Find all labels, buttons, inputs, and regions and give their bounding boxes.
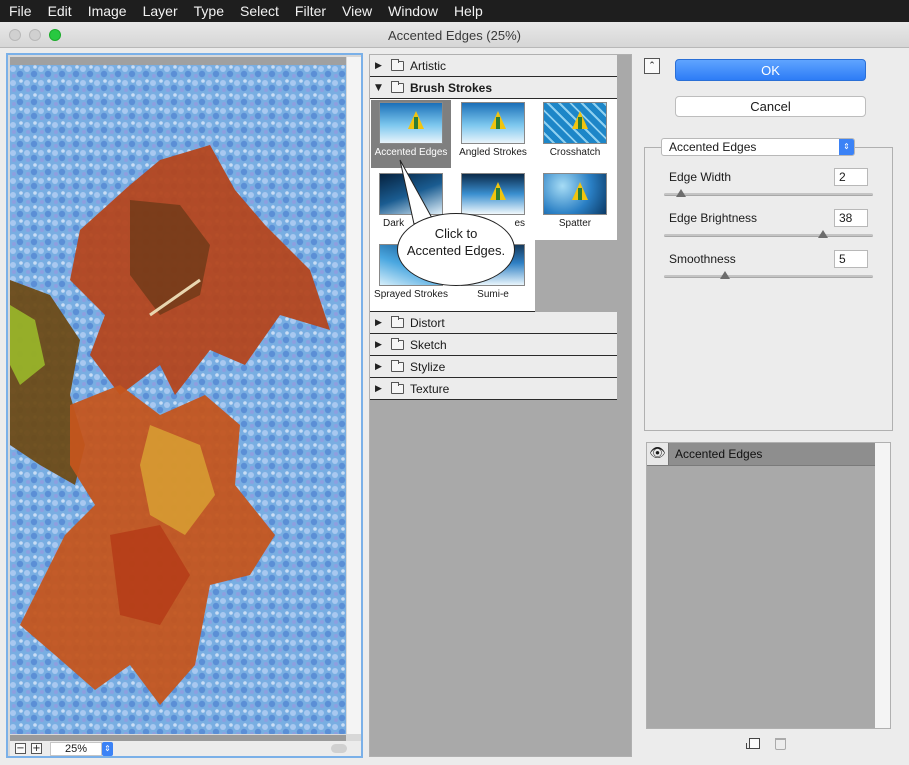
cancel-button[interactable]: Cancel <box>675 96 866 117</box>
category-label: Texture <box>410 381 450 396</box>
folder-icon <box>391 359 404 372</box>
menu-window[interactable]: Window <box>380 0 446 22</box>
callout-line-2: Accented Edges. <box>406 243 506 258</box>
filter-thumb-label: Accented Edges <box>374 147 448 158</box>
zoom-in-button[interactable]: + <box>31 743 42 754</box>
edge-brightness-slider[interactable] <box>664 230 873 238</box>
effect-layers-list: 👁 Accented Edges <box>646 442 891 729</box>
filter-thumb-label: Crosshatch <box>549 147 601 158</box>
category-artistic[interactable]: ▶ Artistic <box>370 55 617 77</box>
window-titlebar: Accented Edges (25%) <box>0 22 909 48</box>
thumbnail-image <box>543 173 607 215</box>
param-label: Smoothness <box>669 252 736 266</box>
menu-edit[interactable]: Edit <box>40 0 80 22</box>
category-distort[interactable]: ▶ Distort <box>370 312 617 334</box>
category-brush-strokes[interactable]: ▼ Brush Strokes <box>370 77 617 99</box>
category-label: Sketch <box>410 337 447 352</box>
slider-knob-icon[interactable] <box>817 230 828 238</box>
thumbnail-image <box>461 173 525 215</box>
edge-width-slider[interactable] <box>664 189 873 197</box>
layers-scrollbar[interactable] <box>875 443 890 728</box>
filter-thumb-angled-strokes[interactable]: Angled Strokes <box>453 100 533 168</box>
slider-knob-icon[interactable] <box>675 189 686 197</box>
folder-icon <box>391 315 404 328</box>
param-edge-width: Edge Width 2 <box>669 168 873 186</box>
preview-vertical-scrollbar[interactable] <box>347 57 361 734</box>
autumn-leaves-image <box>10 65 346 734</box>
filter-thumb-label: Spatter <box>558 218 592 229</box>
filter-thumb-spatter[interactable]: Spatter <box>535 171 615 239</box>
disclosure-right-icon: ▶ <box>375 339 382 350</box>
smoothness-slider[interactable] <box>664 271 873 279</box>
effect-layer-row[interactable]: 👁 Accented Edges <box>647 443 876 466</box>
filter-thumb-crosshatch[interactable]: Crosshatch <box>535 100 615 168</box>
thumbnail-image <box>543 102 607 144</box>
category-stylize[interactable]: ▶ Stylize <box>370 356 617 378</box>
scroll-knob[interactable] <box>331 744 347 753</box>
thumbnail-image <box>461 102 525 144</box>
trash-icon[interactable] <box>775 738 786 750</box>
ok-button[interactable]: OK <box>675 59 866 81</box>
category-label: Brush Strokes <box>410 80 493 95</box>
preview-image[interactable] <box>10 57 346 734</box>
category-texture[interactable]: ▶ Texture <box>370 378 617 400</box>
preview-pane: − + 25% ⇕ <box>6 53 363 758</box>
category-label: Artistic <box>410 58 446 73</box>
menu-layer[interactable]: Layer <box>135 0 186 22</box>
category-sketch[interactable]: ▶ Sketch <box>370 334 617 356</box>
disclosure-right-icon: ▶ <box>375 361 382 372</box>
param-label: Edge Brightness <box>669 211 758 225</box>
filter-thumb-label: Angled Strokes <box>459 147 527 158</box>
disclosure-right-icon: ▶ <box>375 60 382 71</box>
folder-icon <box>391 80 404 93</box>
disclosure-down-icon: ▼ <box>375 82 382 93</box>
zoom-bar: − + 25% ⇕ <box>10 741 361 756</box>
param-edge-brightness: Edge Brightness 38 <box>669 209 873 227</box>
edge-brightness-input[interactable]: 38 <box>834 209 868 227</box>
smoothness-input[interactable]: 5 <box>834 250 868 268</box>
disclosure-right-icon: ▶ <box>375 383 382 394</box>
filter-select-value: Accented Edges <box>669 140 757 154</box>
window-title: Accented Edges (25%) <box>388 28 521 43</box>
callout-line-1: Click to <box>434 226 478 241</box>
zoom-dropdown-icon[interactable]: ⇕ <box>102 741 113 756</box>
menu-filter[interactable]: Filter <box>287 0 334 22</box>
zoom-out-button[interactable]: − <box>15 743 26 754</box>
menu-bar: File Edit Image Layer Type Select Filter… <box>0 0 909 22</box>
filter-thumb-label: Sprayed Strokes <box>374 289 448 300</box>
param-label: Edge Width <box>669 170 732 184</box>
filter-select-dropdown[interactable]: Accented Edges ⇕ <box>661 138 855 156</box>
empty-thumb-area <box>535 240 617 312</box>
folder-icon <box>391 58 404 71</box>
edge-width-input[interactable]: 2 <box>834 168 868 186</box>
menu-view[interactable]: View <box>334 0 380 22</box>
chevron-updown-icon: ⇕ <box>839 139 854 155</box>
menu-type[interactable]: Type <box>186 0 232 22</box>
menu-image[interactable]: Image <box>80 0 135 22</box>
folder-icon <box>391 337 404 350</box>
menu-select[interactable]: Select <box>232 0 287 22</box>
category-label: Stylize <box>410 359 446 374</box>
instruction-callout: Click to Accented Edges. <box>397 213 515 286</box>
disclosure-right-icon: ▶ <box>375 317 382 328</box>
folder-icon <box>391 381 404 394</box>
zoom-level-field[interactable]: 25% <box>50 741 102 756</box>
filter-thumb-label: Sumi-e <box>477 289 509 300</box>
menu-help[interactable]: Help <box>446 0 491 22</box>
new-effect-layer-icon[interactable] <box>746 738 760 749</box>
eye-icon[interactable]: 👁 <box>647 443 669 465</box>
thumbnail-image <box>379 102 443 144</box>
slider-knob-icon[interactable] <box>719 271 730 279</box>
category-label: Distort <box>410 315 445 330</box>
effect-layer-name: Accented Edges <box>675 447 763 461</box>
collapse-gallery-button[interactable]: ⌃ <box>644 58 660 74</box>
menu-file[interactable]: File <box>0 0 40 22</box>
param-smoothness: Smoothness 5 <box>669 250 873 268</box>
